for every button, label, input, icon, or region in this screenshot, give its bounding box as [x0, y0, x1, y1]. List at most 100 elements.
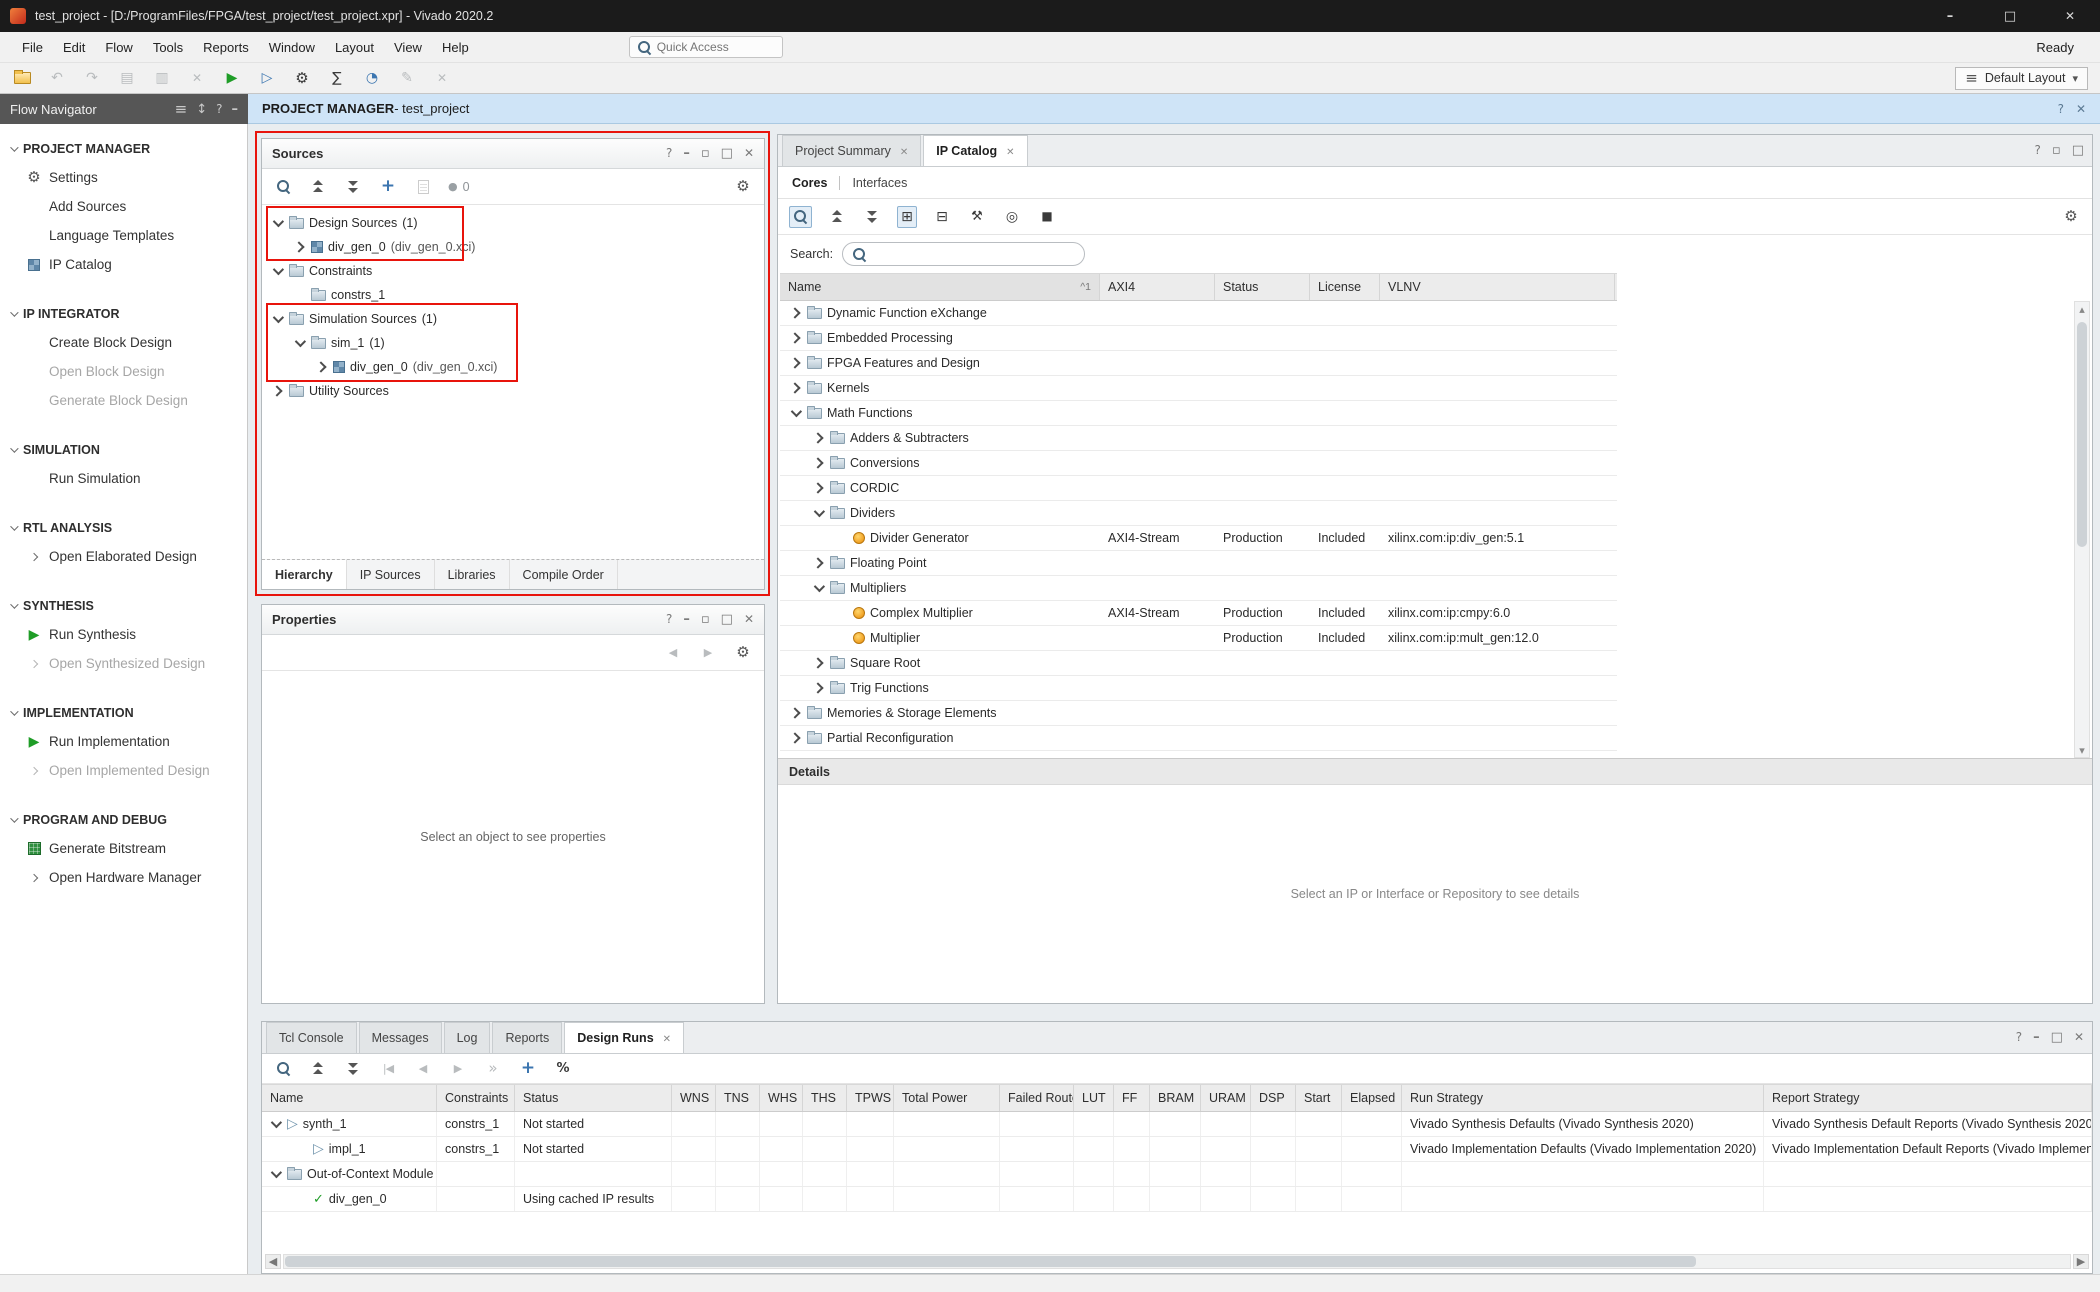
expander-icon[interactable] — [788, 384, 802, 392]
nav-item-generate-bitstream[interactable]: Generate Bitstream — [0, 834, 247, 863]
tab-design-runs[interactable]: Design Runs — [564, 1022, 684, 1053]
back-button[interactable] — [413, 1058, 433, 1080]
tab-ip-sources[interactable]: IP Sources — [347, 560, 435, 589]
close-icon[interactable] — [744, 147, 754, 160]
search-button[interactable] — [789, 206, 812, 228]
expander-icon[interactable] — [270, 267, 284, 275]
subtab-cores[interactable]: Cores — [792, 176, 827, 190]
minimize-icon[interactable] — [232, 102, 239, 117]
close-icon[interactable] — [744, 613, 754, 626]
column-header-wns[interactable]: WNS — [672, 1085, 716, 1111]
tab-log[interactable]: Log — [444, 1022, 491, 1053]
menu-view[interactable]: View — [384, 35, 432, 60]
maximize-button[interactable] — [1980, 0, 2040, 32]
menu-layout[interactable]: Layout — [325, 35, 384, 60]
expander-icon[interactable] — [292, 243, 306, 251]
ip-row-dividers[interactable]: Dividers — [780, 501, 1617, 526]
column-header-axi4[interactable]: AXI4 — [1100, 274, 1215, 300]
column-header-vlnv[interactable]: VLNV — [1380, 274, 1615, 300]
stop-button[interactable] — [1037, 206, 1057, 228]
tree-item-div-gen-0[interactable]: div_gen_0 (div_gen_0.xci) — [262, 355, 764, 379]
ip-row-multipliers[interactable]: Multipliers — [780, 576, 1617, 601]
tree-item-sim-1[interactable]: sim_1 (1) — [262, 331, 764, 355]
scroll-left-icon[interactable] — [265, 1254, 281, 1269]
scroll-up-icon[interactable] — [2079, 302, 2085, 316]
float-icon[interactable] — [2052, 144, 2061, 157]
menu-help[interactable]: Help — [432, 35, 479, 60]
timing-button[interactable] — [362, 67, 382, 89]
collapse-all-button[interactable] — [308, 1058, 328, 1080]
skip-start-button[interactable] — [378, 1058, 398, 1080]
close-icon[interactable] — [663, 1032, 671, 1045]
tree-item-constraints[interactable]: Constraints — [262, 259, 764, 283]
expand-all-button[interactable] — [862, 206, 882, 228]
column-header-license[interactable]: License — [1310, 274, 1380, 300]
expander-icon[interactable] — [811, 459, 825, 467]
column-header-status[interactable]: Status — [1215, 274, 1310, 300]
nav-item-open-implemented-design[interactable]: Open Implemented Design — [0, 756, 247, 785]
edit-button[interactable] — [397, 67, 417, 89]
column-header-total-power[interactable]: Total Power — [894, 1085, 1000, 1111]
expander-icon[interactable] — [811, 559, 825, 567]
delete-button[interactable] — [187, 67, 207, 89]
search-button[interactable] — [273, 1058, 293, 1080]
collapse-all-button[interactable] — [308, 176, 328, 198]
target-button[interactable] — [1002, 206, 1022, 228]
scrollbar-track[interactable] — [283, 1254, 2071, 1269]
nav-item-language-templates[interactable]: Language Templates — [0, 221, 247, 250]
tab-messages[interactable]: Messages — [359, 1022, 442, 1053]
menu-edit[interactable]: Edit — [53, 35, 95, 60]
ip-search-box[interactable] — [842, 242, 1085, 266]
menu-icon[interactable] — [175, 102, 188, 117]
nav-item-run-synthesis[interactable]: Run Synthesis — [0, 620, 247, 649]
collapse-all-button[interactable] — [827, 206, 847, 228]
horizontal-scrollbar[interactable] — [265, 1253, 2089, 1270]
column-header-ff[interactable]: FF — [1114, 1085, 1150, 1111]
expander-icon[interactable] — [811, 484, 825, 492]
expander-icon[interactable] — [314, 363, 328, 371]
tab-ip-catalog[interactable]: IP Catalog — [923, 135, 1027, 166]
nav-item-open-block-design[interactable]: Open Block Design — [0, 357, 247, 386]
column-header-report-strategy[interactable]: Report Strategy — [1764, 1085, 2092, 1111]
properties-settings-button[interactable] — [733, 642, 753, 664]
help-icon[interactable] — [2016, 1031, 2022, 1044]
ip-row-embedded-processing[interactable]: Embedded Processing — [780, 326, 1617, 351]
percent-button[interactable] — [553, 1058, 573, 1080]
ip-row-complex-multiplier[interactable]: Complex MultiplierAXI4-StreamProductionI… — [780, 601, 1617, 626]
ip-row-cordic[interactable]: CORDIC — [780, 476, 1617, 501]
tree-item-design-sources[interactable]: Design Sources (1) — [262, 211, 764, 235]
run-row-synth-1[interactable]: synth_1constrs_1Not startedVivado Synthe… — [262, 1112, 2092, 1137]
expander-icon[interactable] — [268, 1120, 282, 1128]
scrollbar-thumb[interactable] — [285, 1256, 1696, 1267]
close-icon[interactable] — [1006, 145, 1014, 158]
tree-item-simulation-sources[interactable]: Simulation Sources (1) — [262, 307, 764, 331]
add-button[interactable] — [378, 176, 398, 198]
help-icon[interactable] — [666, 613, 672, 626]
close-icon[interactable] — [2074, 1031, 2084, 1044]
nav-item-run-simulation[interactable]: Run Simulation — [0, 464, 247, 493]
sources-settings-button[interactable] — [733, 176, 753, 198]
menu-tools[interactable]: Tools — [143, 35, 193, 60]
paste-button[interactable] — [152, 67, 172, 89]
expander-icon[interactable] — [270, 315, 284, 323]
expander-icon[interactable] — [811, 509, 825, 517]
step-button[interactable] — [257, 67, 277, 89]
tree-item-div-gen-0[interactable]: div_gen_0 (div_gen_0.xci) — [262, 235, 764, 259]
ip-row-fpga-features-and-design[interactable]: FPGA Features and Design — [780, 351, 1617, 376]
expander-icon[interactable] — [292, 339, 306, 347]
forward-button[interactable] — [448, 1058, 468, 1080]
wrench-button[interactable] — [967, 206, 987, 228]
scroll-right-icon[interactable] — [2073, 1254, 2089, 1269]
run-row-out-of-context-module-runs[interactable]: Out-of-Context Module Runs — [262, 1162, 2092, 1187]
expander-icon[interactable] — [811, 684, 825, 692]
nav-section-header-program-and-debug[interactable]: PROGRAM AND DEBUG — [0, 805, 247, 834]
ip-search-input[interactable] — [873, 247, 1075, 261]
expander-icon[interactable] — [788, 709, 802, 717]
hierarchy-button[interactable] — [932, 206, 952, 228]
ip-row-conversions[interactable]: Conversions — [780, 451, 1617, 476]
menu-window[interactable]: Window — [259, 35, 325, 60]
scroll-down-icon[interactable] — [2079, 743, 2085, 757]
undo-button[interactable] — [47, 67, 67, 89]
nav-item-generate-block-design[interactable]: Generate Block Design — [0, 386, 247, 415]
ip-settings-button[interactable] — [2061, 206, 2081, 228]
